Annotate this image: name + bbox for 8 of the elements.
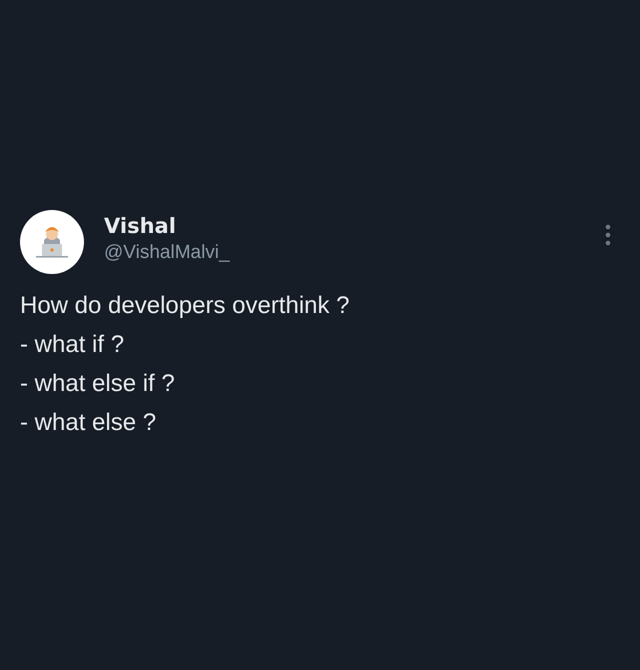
post-text-line: - what if ? [20,330,126,360]
avatar [20,210,84,274]
post-text-line: - what else ? [20,408,158,438]
author-name: Vishal [104,213,177,240]
post-text-line: How do developers overthink ? [20,291,351,321]
author-handle: @VishalMalvi_ [104,241,231,265]
more-options-icon[interactable] [604,224,612,246]
post-text-line: - what else if ? [20,369,176,399]
